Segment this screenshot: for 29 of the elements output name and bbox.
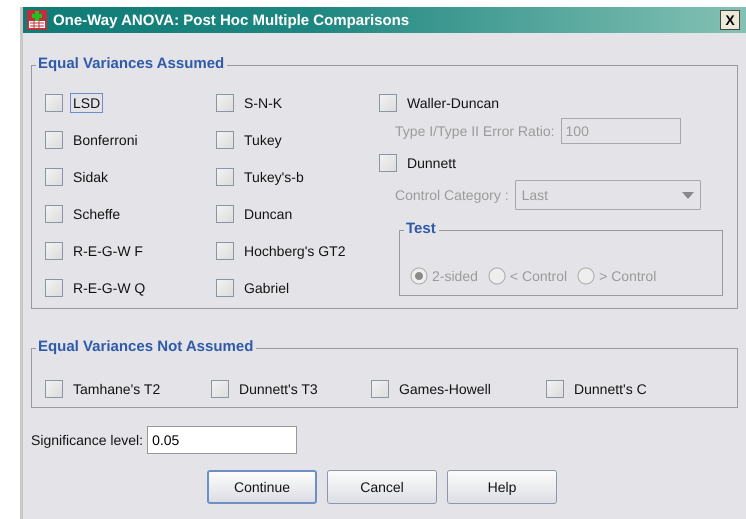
- checkbox-label[interactable]: Gabriel: [241, 278, 292, 298]
- checkbox-label[interactable]: LSD: [70, 93, 104, 113]
- checkbox-label[interactable]: Duncan: [241, 204, 296, 224]
- close-button[interactable]: X: [720, 10, 740, 30]
- checkbox-label[interactable]: Tukey: [241, 130, 285, 150]
- checkbox-label[interactable]: Dunnett's T3: [236, 379, 321, 399]
- field-label: Significance level:: [31, 432, 144, 448]
- checkbox-label[interactable]: Dunnett's C: [571, 379, 650, 399]
- significance-field[interactable]: 0.05: [147, 426, 298, 454]
- checkbox-label[interactable]: Tamhane's T2: [70, 379, 164, 399]
- window-title: One-Way ANOVA: Post Hoc Multiple Comparisons: [53, 12, 410, 28]
- field-label: Control Category :: [395, 187, 509, 203]
- field-label: Type I/Type II Error Ratio:: [395, 123, 555, 139]
- group-title: Equal Variances Assumed: [36, 55, 228, 72]
- checkbox-label[interactable]: Games-Howell: [396, 379, 494, 399]
- dialog-button[interactable]: Help: [447, 470, 557, 504]
- dialog-button[interactable]: Cancel: [327, 470, 437, 504]
- checkbox-label[interactable]: Waller-Duncan: [404, 93, 502, 113]
- checkbox-label[interactable]: S-N-K: [241, 93, 286, 113]
- checkbox-label[interactable]: R-E-G-W F: [70, 241, 146, 261]
- checkbox-label[interactable]: Hochberg's GT2: [241, 241, 348, 261]
- checkbox-label[interactable]: Scheffe: [70, 204, 124, 224]
- checkbox-label[interactable]: R-E-G-W Q: [70, 278, 148, 298]
- checkbox-label[interactable]: Dunnett: [404, 153, 460, 173]
- group-title: Equal Variances Not Assumed: [36, 338, 256, 355]
- checkbox-label[interactable]: Bonferroni: [70, 130, 141, 150]
- checkbox-label[interactable]: Tukey's-b: [241, 167, 307, 187]
- checkbox-label[interactable]: Sidak: [70, 167, 112, 187]
- dialog-button[interactable]: Continue: [207, 470, 317, 504]
